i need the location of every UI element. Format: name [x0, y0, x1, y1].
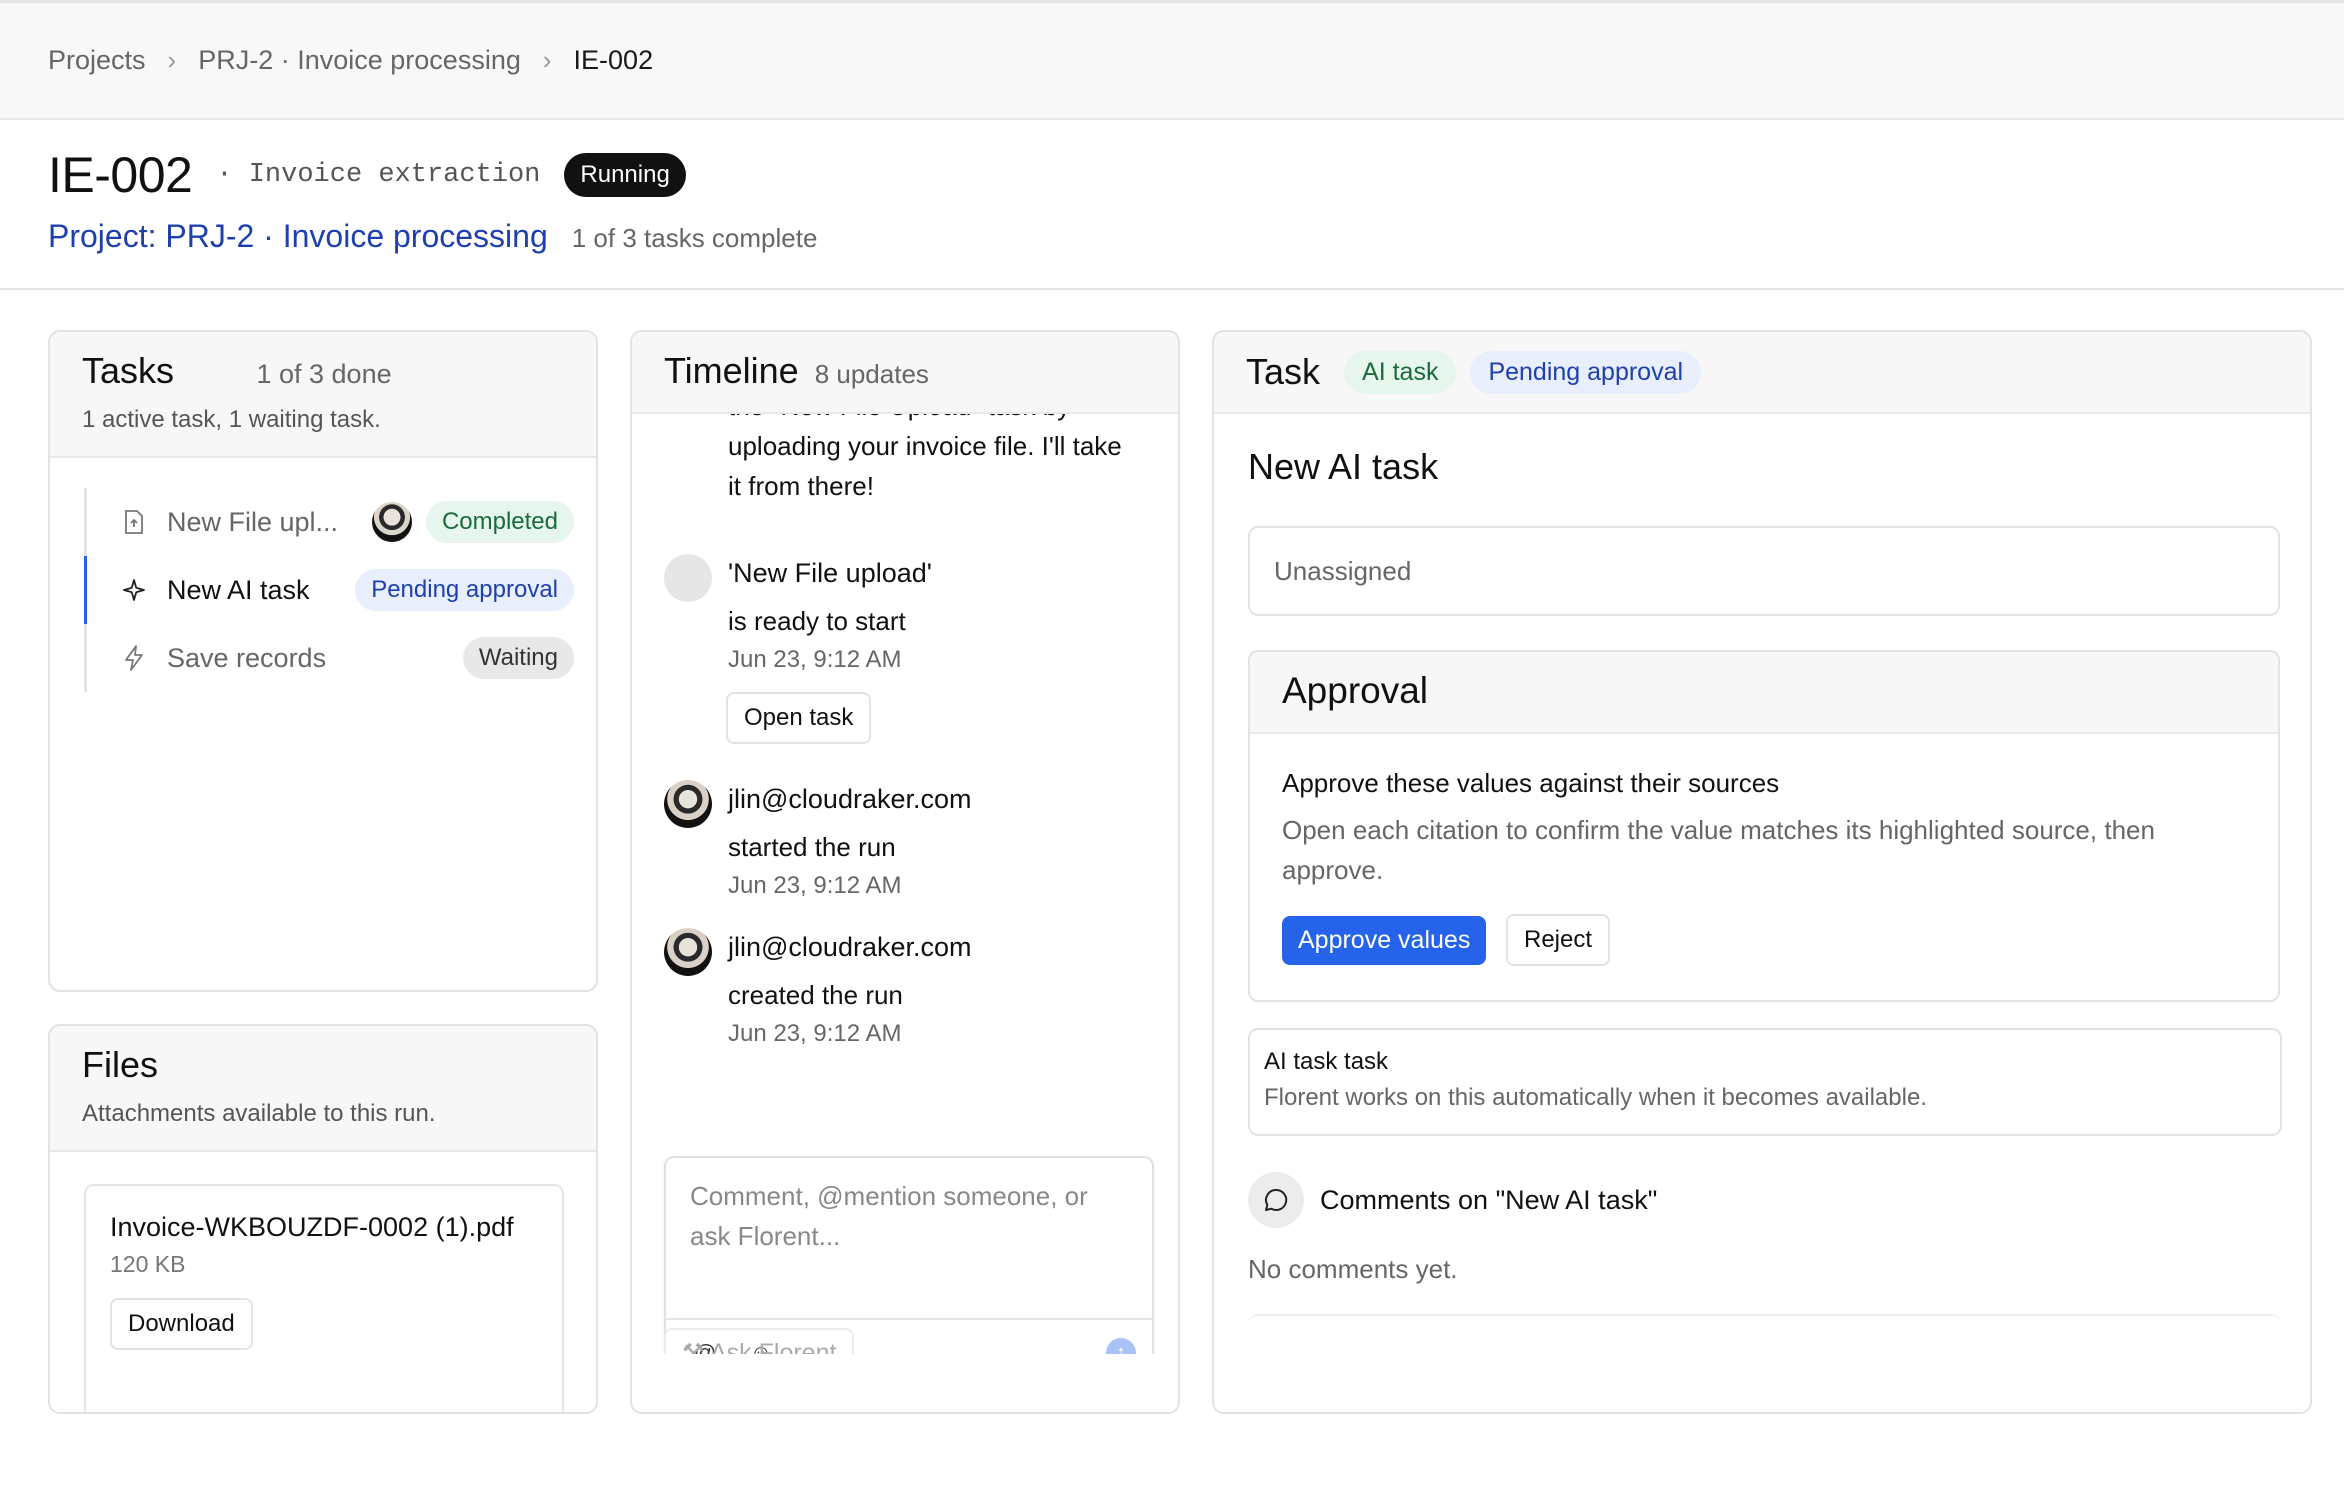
approval-title: Approval: [1250, 652, 2278, 734]
task-item-ai-task[interactable]: New AI task Pending approval: [84, 556, 574, 624]
timeline-entry-time: Jun 23, 9:12 AM: [728, 872, 902, 899]
comments-title: Comments on "New AI task": [1320, 1184, 1658, 1215]
task-detail-panel: Task AI task Pending approval New AI tas…: [1212, 330, 2312, 1414]
file-name: Invoice-WKBOUZDF-0002 (1).pdf: [110, 1212, 514, 1242]
breadcrumb-project[interactable]: PRJ-2 · Invoice processing: [198, 45, 521, 76]
task-label: Save records: [167, 642, 327, 673]
magic-wand-icon: ⚒: [682, 1339, 705, 1354]
chevron-right-icon: ›: [167, 45, 177, 75]
avatar: [664, 928, 712, 976]
timeline-entry-time: Jun 23, 9:12 AM: [728, 646, 902, 673]
status-badge: Running: [564, 153, 686, 197]
approval-heading: Approve these values against their sourc…: [1282, 768, 1780, 798]
files-panel: Files Attachments available to this run.…: [48, 1024, 598, 1414]
timeline-message: the "New File Upload" task by uploading …: [728, 414, 1122, 501]
ai-task-title: AI task task: [1264, 1048, 1389, 1075]
divider: [1248, 1314, 2282, 1344]
ai-task-info: AI task task Florent works on this autom…: [1248, 1028, 2282, 1136]
breadcrumb-current: IE-002: [573, 45, 654, 75]
timeline-title: Timeline: [664, 350, 799, 391]
project-link[interactable]: Project: PRJ-2 · Invoice processing: [48, 218, 548, 255]
task-name: New AI task: [1248, 446, 1439, 487]
timeline-entry-title: jlin@cloudraker.com: [728, 784, 972, 814]
sparkle-icon: [121, 578, 147, 602]
task-item-save-records[interactable]: Save records Waiting: [87, 624, 574, 692]
approval-card: Approval Approve these values against th…: [1248, 650, 2280, 1002]
tasks-title: Tasks: [82, 350, 175, 391]
task-type-badge: AI task: [1344, 350, 1457, 394]
avatar: [664, 780, 712, 828]
progress-text: 1 of 3 tasks complete: [571, 223, 818, 253]
task-item-file-upload[interactable]: New File upl... Completed: [87, 488, 574, 556]
chevron-right-icon: ›: [542, 45, 552, 75]
approve-values-button[interactable]: Approve values: [1282, 916, 1487, 965]
comment-composer[interactable]: Comment, @mention someone, or ask Floren…: [664, 1156, 1154, 1354]
comment-input[interactable]: Comment, @mention someone, or ask Floren…: [690, 1176, 1130, 1256]
avatar: [371, 502, 412, 542]
ai-task-description: Florent works on this automatically when…: [1264, 1084, 1927, 1111]
ask-florent-button[interactable]: ⚒ Ask Florent: [664, 1328, 855, 1354]
reject-button[interactable]: Reject: [1506, 914, 1611, 966]
timeline-entry-text: created the run: [728, 980, 903, 1010]
run-header: IE-002 · Invoice extraction Running Proj…: [0, 120, 2344, 290]
status-badge: Waiting: [462, 637, 574, 679]
assignee-field[interactable]: Unassigned: [1248, 526, 2280, 616]
approval-description: Open each citation to confirm the value …: [1282, 815, 2155, 885]
comments-header: Comments on "New AI task": [1248, 1172, 1657, 1228]
timeline-entry-text: is ready to start: [728, 606, 906, 636]
task-panel-title: Task: [1246, 351, 1321, 392]
file-upload-icon: [121, 510, 147, 534]
avatar: [664, 554, 712, 602]
open-task-button[interactable]: Open task: [726, 692, 872, 744]
task-label: New File upl...: [167, 506, 339, 537]
timeline-feed[interactable]: the "New File Upload" task by uploading …: [632, 414, 1178, 1354]
send-icon[interactable]: ↑: [1106, 1338, 1136, 1354]
timeline-entry-title: 'New File upload': [728, 558, 932, 588]
tasks-subtitle: 1 active task, 1 waiting task.: [82, 406, 381, 433]
breadcrumb-projects[interactable]: Projects: [48, 45, 146, 76]
timeline-entry-text: started the run: [728, 832, 896, 862]
files-subtitle: Attachments available to this run.: [82, 1100, 436, 1127]
lightning-icon: [121, 645, 147, 671]
ask-florent-label: Ask Florent: [710, 1339, 837, 1354]
status-badge: Pending approval: [355, 569, 574, 611]
timeline-entry-title: jlin@cloudraker.com: [728, 932, 972, 962]
timeline-count: 8 updates: [814, 359, 929, 389]
task-label: New AI task: [167, 574, 310, 605]
chat-bubble-icon: [1248, 1172, 1304, 1228]
tasks-count: 1 of 3 done: [256, 359, 392, 389]
timeline-panel: Timeline 8 updates the "New File Upload"…: [630, 330, 1180, 1414]
run-type: · Invoice extraction: [216, 160, 541, 190]
files-title: Files: [82, 1044, 159, 1085]
file-size: 120 KB: [110, 1251, 186, 1277]
task-list: New File upl... Completed New AI task Pe…: [84, 488, 574, 692]
timeline-entry-time: Jun 23, 9:12 AM: [728, 1020, 902, 1047]
breadcrumb: Projects › PRJ-2 · Invoice processing › …: [0, 0, 2344, 120]
tasks-panel: Tasks 1 of 3 done 1 active task, 1 waiti…: [48, 330, 598, 992]
download-button[interactable]: Download: [110, 1298, 253, 1350]
status-badge: Completed: [425, 501, 574, 543]
file-card: Invoice-WKBOUZDF-0002 (1).pdf 120 KB Dow…: [84, 1184, 564, 1412]
task-status-badge: Pending approval: [1470, 350, 1702, 394]
no-comments-text: No comments yet.: [1248, 1254, 1458, 1284]
page-title: IE-002: [48, 147, 193, 203]
